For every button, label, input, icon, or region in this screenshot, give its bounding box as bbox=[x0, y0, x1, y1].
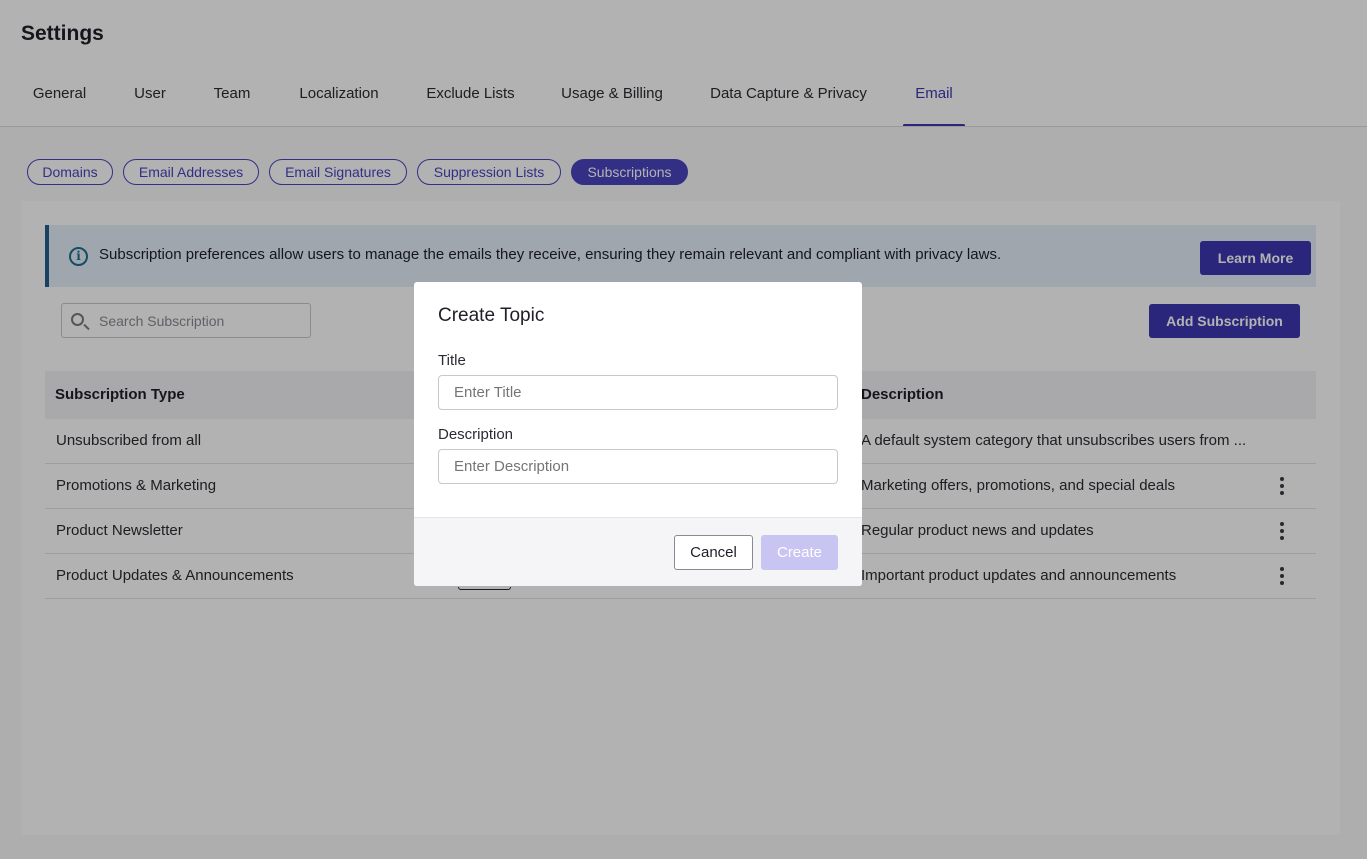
create-topic-dialog: Create Topic Title Description Cancel Cr… bbox=[414, 282, 862, 586]
dialog-title: Create Topic bbox=[438, 305, 545, 326]
description-field-label: Description bbox=[438, 426, 514, 443]
dialog-footer: Cancel Create bbox=[414, 517, 862, 586]
title-input[interactable] bbox=[438, 375, 838, 410]
title-field-label: Title bbox=[438, 352, 466, 369]
description-input[interactable] bbox=[438, 449, 838, 484]
create-button[interactable]: Create bbox=[761, 535, 838, 570]
cancel-button[interactable]: Cancel bbox=[674, 535, 753, 570]
